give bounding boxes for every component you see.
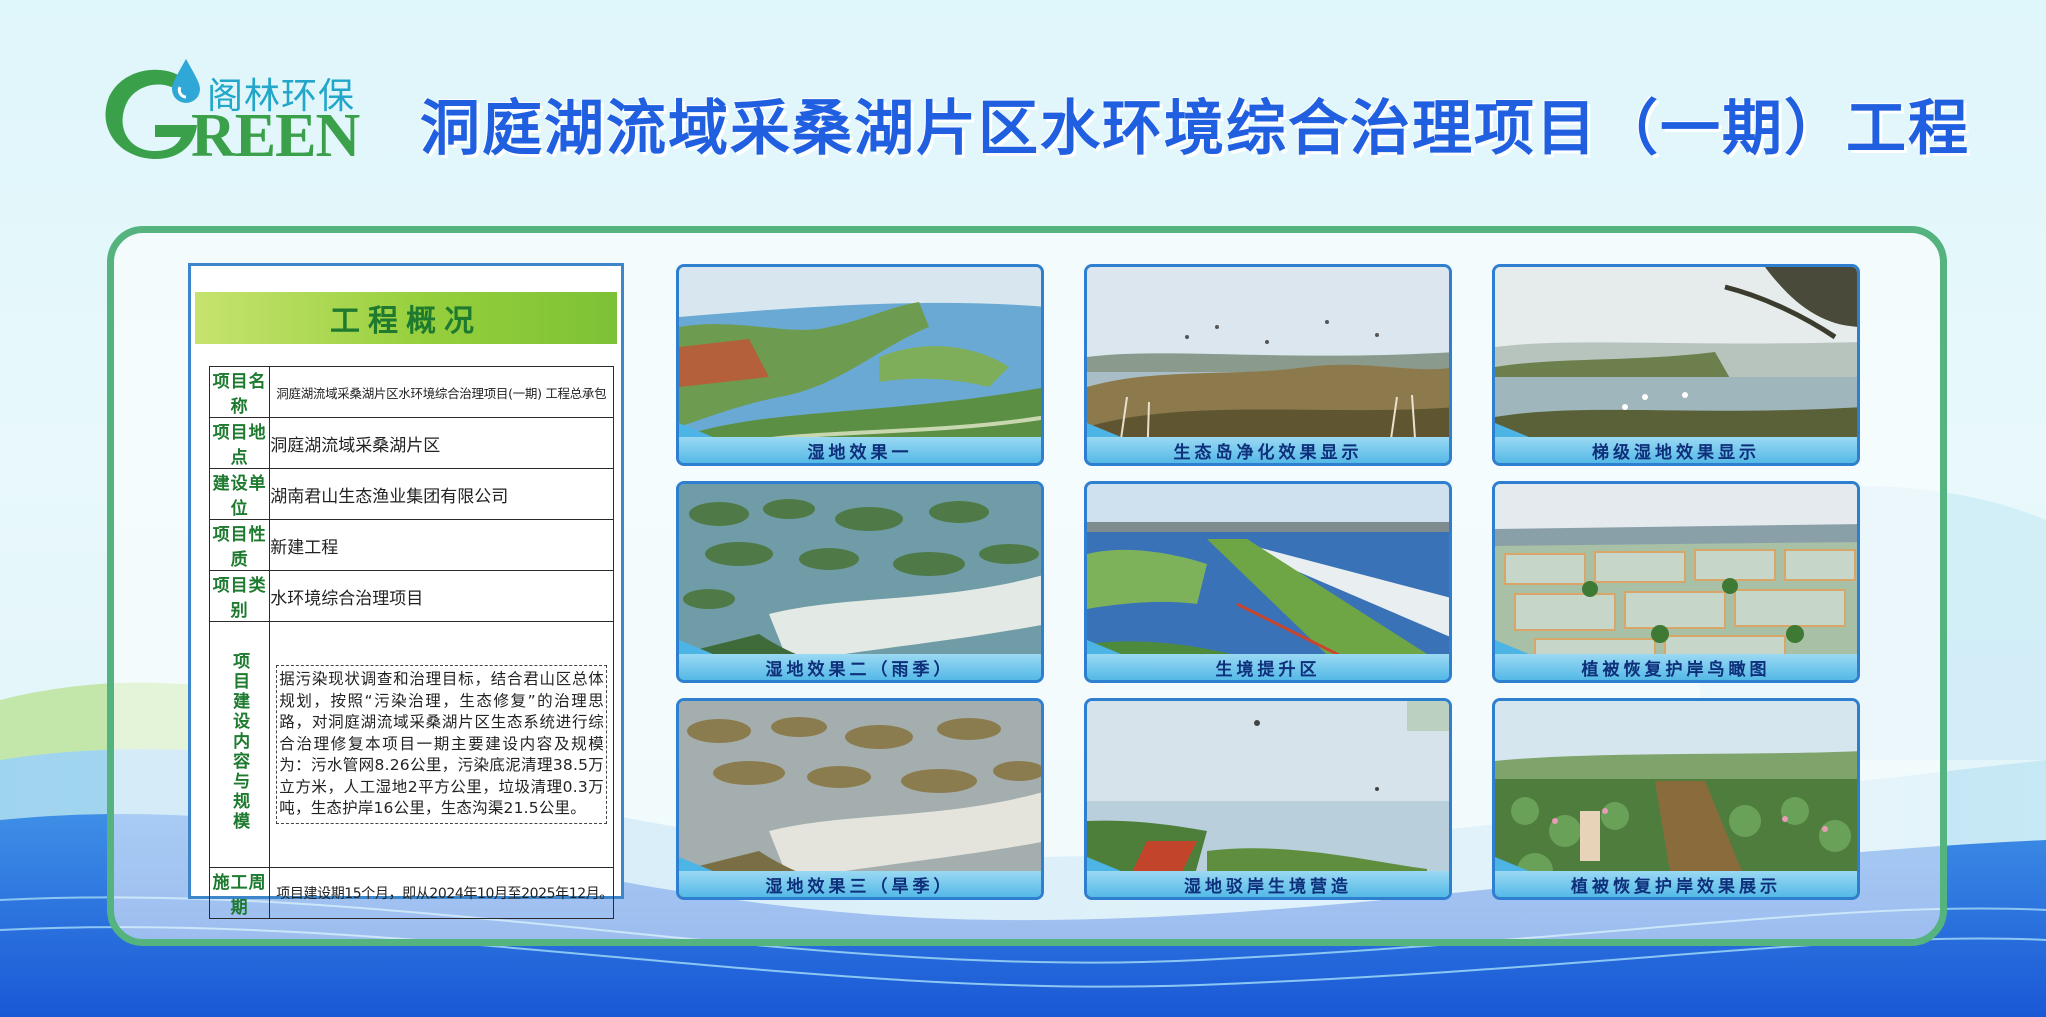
company-logo: 阁林环保 REEN [95, 55, 365, 170]
project-overview-card: 工程概况 项目名称 洞庭湖流域采桑湖片区水环境综合治理项目(一期) 工程总承包 … [188, 263, 624, 919]
overview-heading: 工程概况 [195, 292, 617, 344]
table-row: 项目名称 洞庭湖流域采桑湖片区水环境综合治理项目(一期) 工程总承包 [208, 366, 614, 418]
table-row: 项目性质 新建工程 [208, 519, 614, 571]
row-value: 新建工程 [269, 519, 614, 571]
content-label: 项目建设内容与规模 [229, 652, 250, 832]
photo-tile-vegetation-display: 植被恢复护岸效果展示 [1492, 698, 1860, 900]
row-value: 湖南君山生态渔业集团有限公司 [269, 468, 614, 520]
row-label: 项目类别 [208, 570, 271, 622]
logo-english-text: REEN [191, 102, 360, 170]
row-label: 施工周期 [208, 867, 271, 919]
tile-caption: 梯级湿地效果显示 [1495, 423, 1857, 463]
page-title: 洞庭湖流域采桑湖片区水环境综合治理项目（一期）工程 [420, 94, 1970, 164]
row-value: 洞庭湖流域采桑湖片区水环境综合治理项目(一期) 工程总承包 [269, 366, 614, 418]
row-value: 据污染现状调查和治理目标，结合君山区总体规划，按照“污染治理，生态修复”的治理思… [269, 621, 614, 868]
table-row: 施工周期 项目建设期15个月，即从2024年10月至2025年12月。 [208, 867, 614, 919]
table-row: 项目地点 洞庭湖流域采桑湖片区 [208, 417, 614, 469]
row-value: 项目建设期15个月，即从2024年10月至2025年12月。 [269, 867, 614, 919]
photo-tile-wetland-bank: 湿地驳岸生境营造 [1084, 698, 1452, 900]
water-drop-icon [172, 59, 200, 103]
row-value: 水环境综合治理项目 [269, 570, 614, 622]
table-row: 项目建设内容与规模 据污染现状调查和治理目标，结合君山区总体规划，按照“污染治理… [208, 621, 614, 868]
table-row: 项目类别 水环境综合治理项目 [208, 570, 614, 622]
tile-caption: 湿地效果一 [679, 423, 1041, 463]
tile-caption: 湿地效果二（雨季） [679, 640, 1041, 680]
table-row: 建设单位 湖南君山生态渔业集团有限公司 [208, 468, 614, 520]
row-value: 洞庭湖流域采桑湖片区 [269, 417, 614, 469]
tile-caption: 生境提升区 [1087, 640, 1449, 680]
photo-tile-eco-island: 生态岛净化效果显示 [1084, 264, 1452, 466]
row-label: 项目性质 [208, 519, 271, 571]
tile-caption: 湿地效果三（旱季） [679, 857, 1041, 897]
tile-caption: 生态岛净化效果显示 [1087, 423, 1449, 463]
row-label: 建设单位 [208, 468, 271, 520]
photo-tile-wetland-1: 湿地效果一 [676, 264, 1044, 466]
tile-caption: 植被恢复护岸效果展示 [1495, 857, 1857, 897]
photo-tile-vegetation-aerial: 植被恢复护岸鸟瞰图 [1492, 481, 1860, 683]
photo-tile-habitat-upgrade: 生境提升区 [1084, 481, 1452, 683]
row-label: 项目名称 [208, 366, 271, 418]
overview-table: 项目名称 洞庭湖流域采桑湖片区水环境综合治理项目(一期) 工程总承包 项目地点 … [208, 366, 614, 919]
tile-caption: 湿地驳岸生境营造 [1087, 857, 1449, 897]
row-label: 项目建设内容与规模 [208, 621, 271, 868]
photo-tile-wetland-3: 湿地效果三（旱季） [676, 698, 1044, 900]
photo-tile-wetland-2: 湿地效果二（雨季） [676, 481, 1044, 683]
content-text: 据污染现状调查和治理目标，结合君山区总体规划，按照“污染治理，生态修复”的治理思… [276, 665, 607, 824]
row-label: 项目地点 [208, 417, 271, 469]
photo-tile-cascade-wetland: 梯级湿地效果显示 [1492, 264, 1860, 466]
tile-caption: 植被恢复护岸鸟瞰图 [1495, 640, 1857, 680]
